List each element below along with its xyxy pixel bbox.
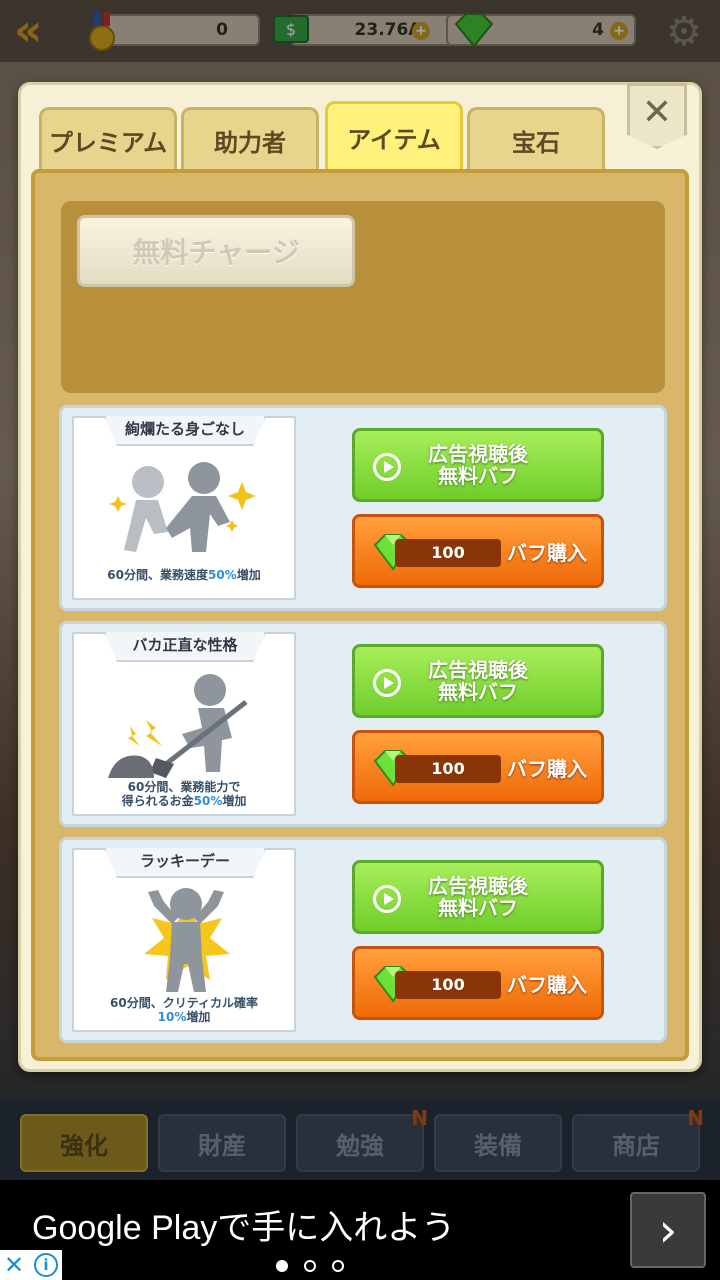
free-charge-label: 無料チャージ [132,236,300,269]
desc-text: 60分間、クリティカル確率 [110,996,258,1010]
buff-info: 絢爛たる身ごなし 60分間、業務速度50%増加 [72,416,296,600]
arrow-glyph: › [658,1203,678,1257]
tab-label: 助力者 [214,129,286,157]
desc-highlight: 50% [193,794,223,808]
free-charge-button[interactable]: 無料チャージ [77,215,355,287]
buff-description: 60分間、業務速度50%増加 [74,568,294,582]
free-charge-area: 無料チャージ [61,201,665,393]
ad-button-label: 広告視聴後 無料バフ [428,659,528,703]
ad-next-arrow-icon[interactable]: › [630,1192,706,1268]
gem-price: 100 [395,539,501,567]
ad-button-label: 広告視聴後 無料バフ [428,443,528,487]
buy-label: バフ購入 [507,757,587,781]
tab-label: プレミアム [48,129,168,157]
ad-label-line: 広告視聴後 [428,442,528,466]
desc-text: 増加 [186,1010,211,1024]
page-dot [276,1260,288,1272]
desc-text: 60分間、業務速度 [107,568,208,582]
desc-highlight: 50% [207,568,237,582]
tab-helpers[interactable]: 助力者 [181,107,319,171]
ad-choices[interactable]: ✕ i [0,1250,62,1280]
desc-line: 10%増加 [74,1010,294,1024]
play-icon [373,885,401,913]
buy-label: バフ購入 [507,973,587,997]
desc-highlight: 10% [157,1010,187,1024]
play-icon [373,669,401,697]
desc-text: 得られるお金 [121,794,194,808]
desc-text: 60分間、業務能力で [127,780,241,794]
ad-label-line: 広告視聴後 [428,874,528,898]
desc-text: 増加 [222,794,247,808]
ad-info-icon[interactable]: i [34,1253,58,1277]
buff-info: ラッキーデー 60分間、クリティカル確率 10%増加 [72,848,296,1032]
tab-premium[interactable]: プレミアム [39,107,177,171]
ad-button-label: 広告視聴後 無料バフ [428,875,528,919]
ad-page-dots [276,1260,356,1274]
buy-buff-button[interactable]: 100 バフ購入 [352,514,604,588]
tab-label: 宝石 [512,129,560,157]
tab-label: アイテム [347,126,441,154]
buff-description: 60分間、業務能力で 得られるお金50%増加 [74,780,294,808]
watch-ad-free-buff-button[interactable]: 広告視聴後 無料バフ [352,644,604,718]
close-button[interactable]: ✕ [627,83,687,149]
gem-price: 100 [395,755,501,783]
buy-label: バフ購入 [507,541,587,565]
ad-banner-text[interactable]: Google Playで手に入れよう [32,1200,455,1249]
gem-price: 100 [395,971,501,999]
play-icon [373,453,401,481]
ad-label-line: 無料バフ [438,464,518,488]
buff-card: ラッキーデー 60分間、クリティカル確率 10%増加 広告視聴後 無料バフ 10… [59,837,667,1043]
buy-buff-button[interactable]: 100 バフ購入 [352,946,604,1020]
cheering-figure-icon [144,888,230,992]
page-dot [332,1260,344,1272]
ad-label-line: 無料バフ [438,680,518,704]
close-icon: ✕ [641,92,673,133]
digging-figure-icon [108,674,248,778]
ad-label-line: 広告視聴後 [428,658,528,682]
buff-description: 60分間、クリティカル確率 10%増加 [74,996,294,1024]
dancing-figure-icon [109,462,256,552]
tab-gems[interactable]: 宝石 [467,107,605,171]
page-dot [304,1260,316,1272]
ad-banner[interactable]: Google Playで手に入れよう › [0,1180,720,1280]
ad-label-line: 無料バフ [438,896,518,920]
desc-text: 増加 [236,568,261,582]
desc-line: 得られるお金50%増加 [74,794,294,808]
buff-card: 絢爛たる身ごなし 60分間、業務速度50%増加 広告視聴後 無料バフ 100 バ… [59,405,667,611]
watch-ad-free-buff-button[interactable]: 広告視聴後 無料バフ [352,860,604,934]
tab-items[interactable]: アイテム [325,101,463,171]
buff-card: バカ正直な性格 60分間、業務能力で 得られるお金50%増加 広告視聴後 無料バ… [59,621,667,827]
buff-title: 絢爛たる身ごなし [104,416,266,446]
item-shop-dialog: プレミアム 助力者 アイテム 宝石 ✕ 無料チャージ 絢爛たる身ごなし 60分間… [18,82,702,1072]
watch-ad-free-buff-button[interactable]: 広告視聴後 無料バフ [352,428,604,502]
buff-title: ラッキーデー [104,848,266,878]
buff-info: バカ正直な性格 60分間、業務能力で 得られるお金50%増加 [72,632,296,816]
ad-close-icon[interactable]: ✕ [4,1251,24,1279]
buy-buff-button[interactable]: 100 バフ購入 [352,730,604,804]
buff-title: バカ正直な性格 [104,632,266,662]
items-panel: 無料チャージ 絢爛たる身ごなし 60分間、業務速度50%増加 広告視聴後 無料バ… [31,169,689,1061]
